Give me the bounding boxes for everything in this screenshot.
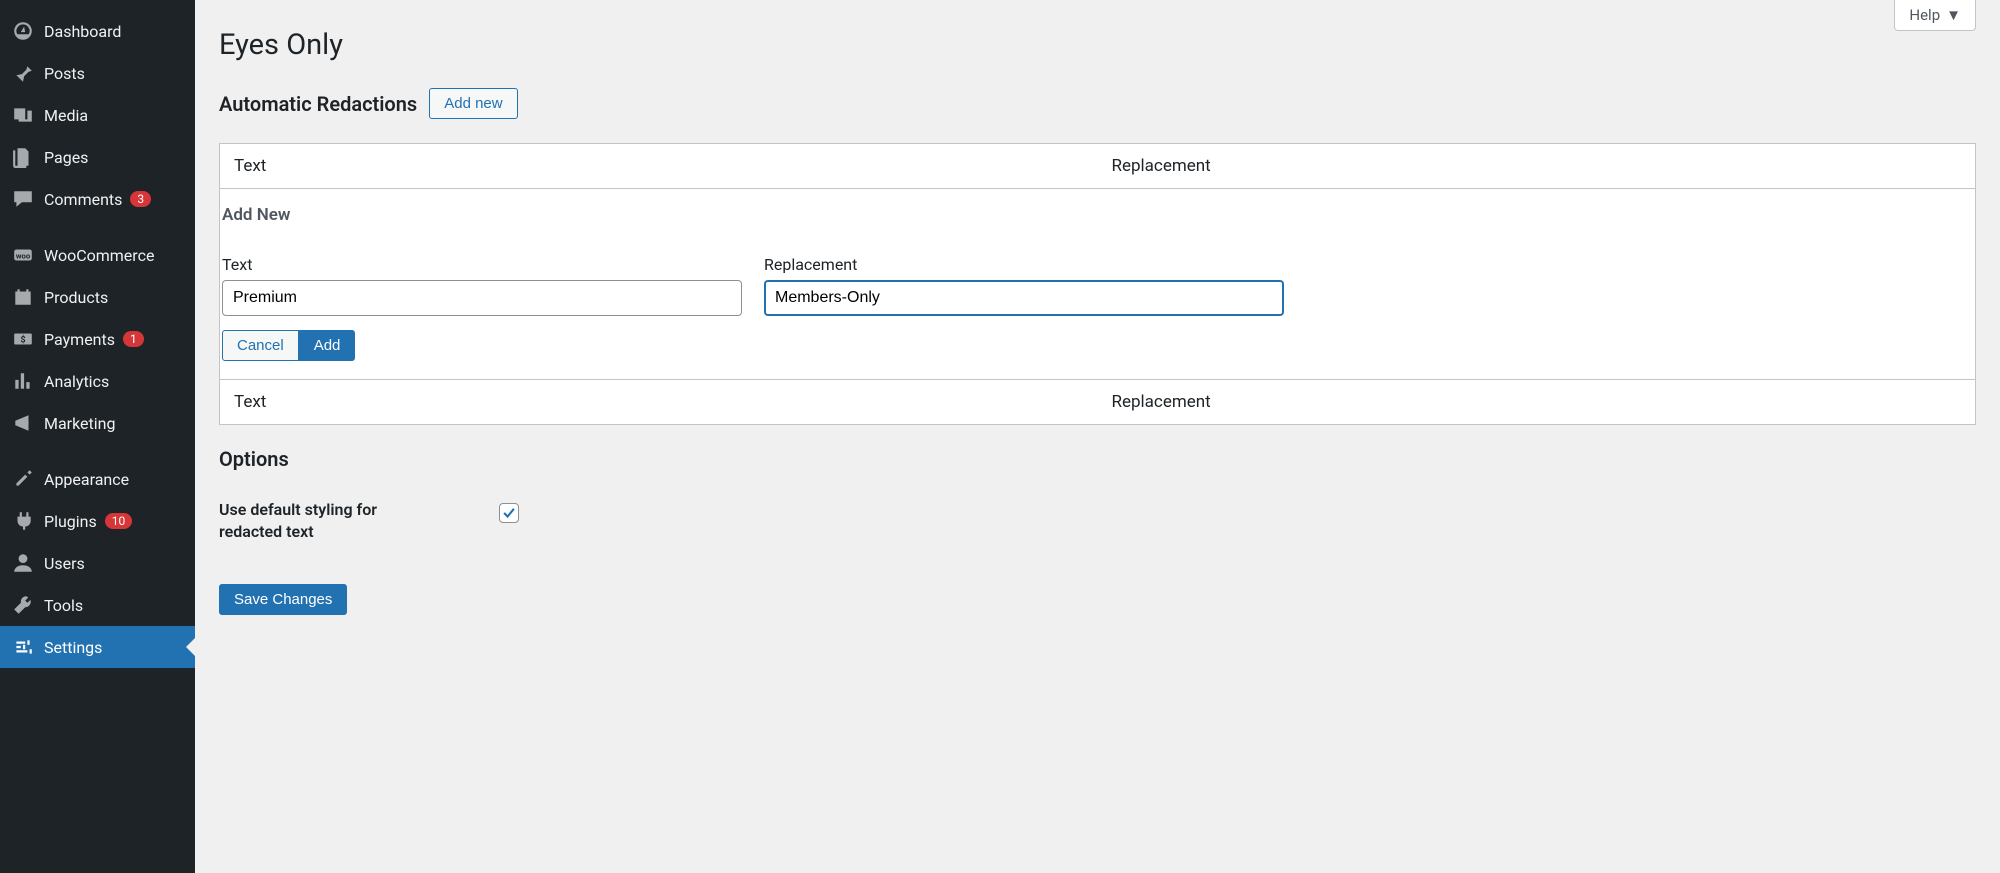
payments-badge: 1	[123, 331, 144, 347]
plugins-icon	[12, 510, 34, 532]
cancel-button[interactable]: Cancel	[222, 330, 299, 361]
sidebar-item-marketing[interactable]: Marketing	[0, 402, 195, 444]
pages-icon	[12, 146, 34, 168]
sidebar-item-label: Posts	[44, 64, 85, 83]
sidebar-item-label: Products	[44, 288, 108, 307]
plugins-badge: 10	[105, 513, 133, 529]
menu-separator	[0, 444, 195, 458]
column-footer-replacement: Replacement	[1098, 380, 1976, 425]
sidebar-item-comments[interactable]: Comments 3	[0, 178, 195, 220]
add-new-button[interactable]: Add new	[429, 88, 517, 119]
sidebar-item-users[interactable]: Users	[0, 542, 195, 584]
sidebar-item-label: Analytics	[44, 372, 109, 391]
check-icon	[502, 506, 516, 520]
options-heading: Options	[219, 447, 1976, 471]
column-header-replacement: Replacement	[1098, 144, 1976, 189]
sidebar-item-label: Payments	[44, 330, 115, 349]
analytics-icon	[12, 370, 34, 392]
sidebar-item-settings[interactable]: Settings	[0, 626, 195, 668]
sidebar-item-payments[interactable]: $ Payments 1	[0, 318, 195, 360]
sidebar-item-appearance[interactable]: Appearance	[0, 458, 195, 500]
sidebar-item-label: Tools	[44, 596, 83, 615]
sidebar-item-label: Users	[44, 554, 85, 573]
sidebar-item-woocommerce[interactable]: woo WooCommerce	[0, 234, 195, 276]
marketing-icon	[12, 412, 34, 434]
option-label-default-styling: Use default styling for redacted text	[219, 499, 409, 544]
sidebar-item-posts[interactable]: Posts	[0, 52, 195, 94]
sidebar-item-analytics[interactable]: Analytics	[0, 360, 195, 402]
svg-text:$: $	[20, 334, 25, 345]
column-header-text: Text	[220, 144, 1098, 189]
main-content: Help ▼ Eyes Only Automatic Redactions Ad…	[195, 0, 2000, 873]
column-footer-text: Text	[220, 380, 1098, 425]
add-button[interactable]: Add	[299, 330, 356, 361]
sidebar-item-media[interactable]: Media	[0, 94, 195, 136]
svg-text:woo: woo	[16, 251, 31, 260]
appearance-icon	[12, 468, 34, 490]
settings-icon	[12, 636, 34, 658]
replacement-input[interactable]	[764, 280, 1284, 316]
woo-icon: woo	[12, 244, 34, 266]
comments-badge: 3	[130, 191, 151, 207]
add-new-heading: Add New	[220, 205, 1975, 225]
replacement-field-label: Replacement	[764, 255, 1284, 274]
tools-icon	[12, 594, 34, 616]
sidebar-item-products[interactable]: Products	[0, 276, 195, 318]
comment-icon	[12, 188, 34, 210]
redactions-table: Text Replacement Add New Text Replacemen…	[219, 143, 1976, 425]
pin-icon	[12, 62, 34, 84]
dashboard-icon	[12, 20, 34, 42]
admin-sidebar: Dashboard Posts Media Pages Comments 3 w…	[0, 0, 195, 873]
sidebar-item-dashboard[interactable]: Dashboard	[0, 10, 195, 52]
sidebar-item-label: Media	[44, 106, 88, 125]
section-head-redactions: Automatic Redactions Add new	[219, 88, 1976, 119]
sidebar-item-plugins[interactable]: Plugins 10	[0, 500, 195, 542]
media-icon	[12, 104, 34, 126]
chevron-down-icon: ▼	[1946, 6, 1961, 24]
sidebar-item-label: Plugins	[44, 512, 97, 531]
sidebar-item-pages[interactable]: Pages	[0, 136, 195, 178]
payments-icon: $	[12, 328, 34, 350]
sidebar-item-label: Marketing	[44, 414, 115, 433]
sidebar-item-label: Dashboard	[44, 22, 121, 41]
text-field-label: Text	[222, 255, 742, 274]
sidebar-item-label: Pages	[44, 148, 88, 167]
sidebar-item-label: Comments	[44, 190, 122, 209]
help-tab[interactable]: Help ▼	[1894, 0, 1976, 31]
auto-redactions-heading: Automatic Redactions	[219, 92, 417, 116]
text-input[interactable]	[222, 280, 742, 316]
save-changes-button[interactable]: Save Changes	[219, 584, 347, 615]
sidebar-item-tools[interactable]: Tools	[0, 584, 195, 626]
products-icon	[12, 286, 34, 308]
menu-separator	[0, 220, 195, 234]
users-icon	[12, 552, 34, 574]
sidebar-item-label: WooCommerce	[44, 246, 154, 265]
default-styling-checkbox[interactable]	[499, 503, 519, 523]
help-label: Help	[1909, 6, 1940, 24]
sidebar-item-label: Appearance	[44, 470, 129, 489]
sidebar-item-label: Settings	[44, 638, 102, 657]
option-row-default-styling: Use default styling for redacted text	[219, 499, 1976, 544]
page-title: Eyes Only	[219, 28, 1976, 62]
